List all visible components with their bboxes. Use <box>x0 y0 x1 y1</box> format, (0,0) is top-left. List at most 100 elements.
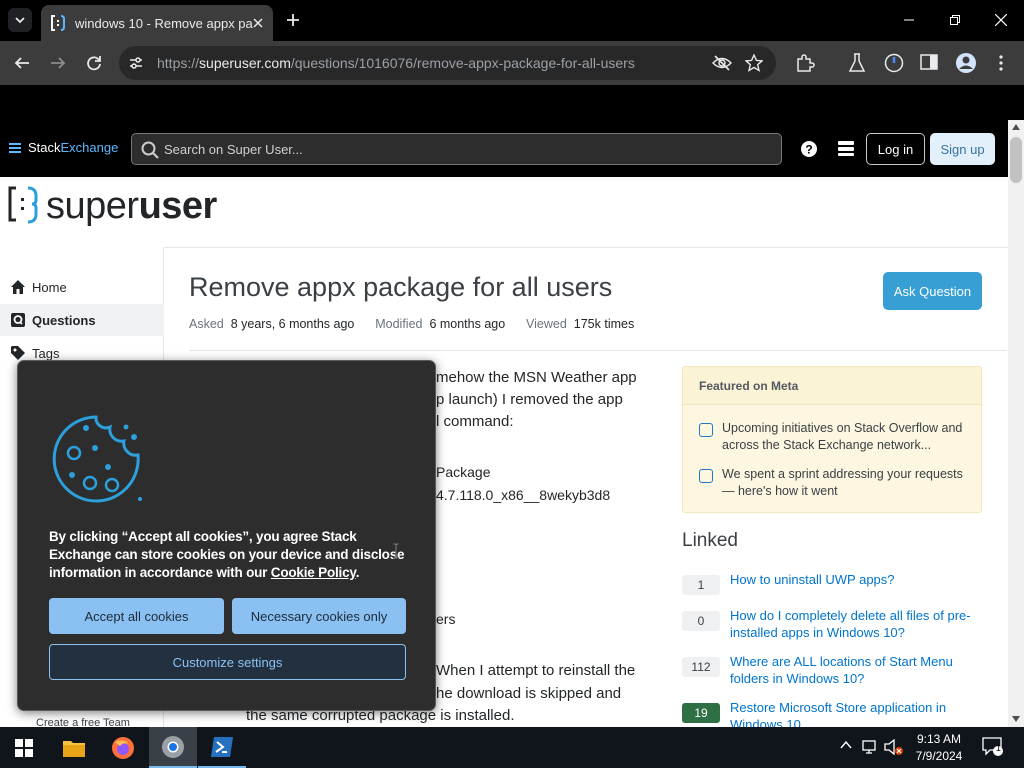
linked-link[interactable]: Restore Microsoft Store application in W… <box>730 699 980 727</box>
page-scrollbar[interactable] <box>1008 120 1024 727</box>
question-body-line: he download is skipped and <box>436 685 622 702</box>
show-hidden-icons-chevron-icon[interactable] <box>840 740 852 750</box>
featured-item[interactable]: We spent a sprint addressing your reques… <box>699 466 969 500</box>
site-search-input[interactable]: Search on Super User... <box>131 133 782 165</box>
windows-logo-icon <box>15 738 33 757</box>
browser-menu-icon[interactable] <box>996 54 1006 72</box>
superuser-favicon-icon <box>51 15 65 31</box>
question-body-line: mehow the MSN Weather app <box>436 369 637 386</box>
back-button[interactable] <box>9 50 35 76</box>
extension-shield-icon[interactable] <box>884 53 904 73</box>
stackexchange-topbar: Stack Exchange Search on Super User... ? … <box>0 120 1008 177</box>
network-icon[interactable] <box>862 739 880 755</box>
create-team-link[interactable]: Create a free Team <box>36 717 130 727</box>
tag-icon <box>11 346 25 360</box>
chevron-down-icon <box>15 17 25 24</box>
tab-title: windows 10 - Remove appx pa <box>75 15 253 31</box>
help-icon[interactable]: ? <box>800 140 818 158</box>
browser-tab-active[interactable]: windows 10 - Remove appx pa <box>41 5 273 41</box>
viewed-label: Viewed <box>526 317 567 331</box>
meta-post-icon <box>699 423 713 437</box>
featured-item-text[interactable]: We spent a sprint addressing your reques… <box>722 466 969 500</box>
side-panel-icon[interactable] <box>920 53 938 71</box>
sidebar-item-home[interactable]: Home <box>0 271 164 303</box>
accept-all-cookies-button[interactable]: Accept all cookies <box>49 598 224 634</box>
new-tab-button[interactable] <box>282 9 304 31</box>
clock-time: 9:13 AM <box>916 732 962 746</box>
text-cursor-icon <box>392 543 400 559</box>
linked-heading: Linked <box>682 530 738 551</box>
stackexchange-logo[interactable]: Stack Exchange <box>8 140 118 155</box>
close-window-button[interactable] <box>978 0 1024 40</box>
home-icon <box>11 280 25 294</box>
svg-text:?: ? <box>805 143 812 157</box>
powershell-button[interactable] <box>198 727 246 768</box>
eye-off-icon[interactable] <box>712 54 732 72</box>
notification-count: 1 <box>995 743 1001 753</box>
code-line: 4.7.118.0_x86__8wekyb3d8 <box>436 487 611 503</box>
folder-icon <box>63 740 85 757</box>
profile-avatar-icon[interactable] <box>955 52 977 74</box>
chrome-button-active[interactable] <box>149 727 197 768</box>
taskbar-clock[interactable]: 9:13 AM 7/9/2024 <box>904 731 974 765</box>
reload-button[interactable] <box>81 50 107 76</box>
cookie-icon <box>50 413 145 505</box>
cookie-policy-link[interactable]: Cookie Policy <box>271 565 356 580</box>
chrome-icon <box>162 735 184 758</box>
sidebar-label: Home <box>32 279 67 295</box>
linked-item[interactable]: 0 How do I completely delete all files o… <box>682 607 982 641</box>
code-line: Package <box>436 464 491 480</box>
linked-score: 1 <box>682 575 720 595</box>
minimize-icon <box>904 19 914 21</box>
linked-link[interactable]: How do I completely delete all files of … <box>730 607 980 641</box>
start-button[interactable] <box>0 727 48 768</box>
featured-item-text[interactable]: Upcoming initiatives on Stack Overflow a… <box>722 420 969 454</box>
sidebar-item-questions[interactable]: Questions <box>0 304 164 336</box>
powershell-icon <box>211 736 233 757</box>
notifications-icon[interactable]: 1 <box>982 737 1004 757</box>
linked-link[interactable]: Where are ALL locations of Start Menu fo… <box>730 653 980 687</box>
linked-item[interactable]: 19 Restore Microsoft Store application i… <box>682 699 982 727</box>
ask-question-button[interactable]: Ask Question <box>883 272 982 310</box>
linked-link[interactable]: How to uninstall UWP apps? <box>730 571 980 595</box>
arrow-right-icon <box>51 57 66 69</box>
scroll-down-icon[interactable] <box>1012 716 1020 722</box>
logo-wordmark: superuser <box>46 185 217 227</box>
file-explorer-button[interactable] <box>50 727 98 768</box>
sidebar-label: Tags <box>32 345 60 361</box>
close-tab-icon[interactable] <box>253 18 263 28</box>
meta-post-icon <box>699 469 713 483</box>
volume-muted-icon[interactable] <box>884 739 904 756</box>
superuser-logo[interactable]: superuser <box>8 186 217 226</box>
stackexchange-menu-icon <box>9 142 21 153</box>
question-body-line: p launch) I removed the app <box>436 391 623 408</box>
linked-item[interactable]: 1 How to uninstall UWP apps? <box>682 571 982 595</box>
site-switcher-icon[interactable] <box>837 139 855 159</box>
bookmark-star-icon[interactable] <box>745 54 763 72</box>
scrollbar-thumb[interactable] <box>1010 137 1022 183</box>
labs-flask-icon[interactable] <box>848 53 866 73</box>
linked-item[interactable]: 112 Where are ALL locations of Start Men… <box>682 653 982 687</box>
firefox-button[interactable] <box>99 727 147 768</box>
url-text: https://superuser.com/questions/1016076/… <box>157 55 635 71</box>
minimize-button[interactable] <box>886 0 932 40</box>
plus-icon <box>287 14 299 26</box>
divider <box>165 247 1008 248</box>
scroll-up-icon[interactable] <box>1012 124 1020 130</box>
modified-value[interactable]: 6 months ago <box>429 317 505 331</box>
question-title[interactable]: Remove appx package for all users <box>189 272 612 303</box>
forward-button[interactable] <box>45 50 71 76</box>
tab-search-button[interactable] <box>8 8 32 32</box>
login-button[interactable]: Log in <box>866 133 925 165</box>
signup-button[interactable]: Sign up <box>930 133 995 165</box>
site-info-icon[interactable] <box>128 55 144 71</box>
customize-settings-button[interactable]: Customize settings <box>49 644 406 680</box>
necessary-cookies-only-button[interactable]: Necessary cookies only <box>232 598 406 634</box>
restore-button[interactable] <box>932 0 978 40</box>
featured-item[interactable]: Upcoming initiatives on Stack Overflow a… <box>699 420 969 454</box>
windows-taskbar: 1 <box>0 727 1024 768</box>
reload-icon <box>87 56 101 71</box>
modified-label: Modified <box>375 317 423 331</box>
extensions-icon[interactable] <box>795 53 815 73</box>
search-icon <box>141 141 159 159</box>
